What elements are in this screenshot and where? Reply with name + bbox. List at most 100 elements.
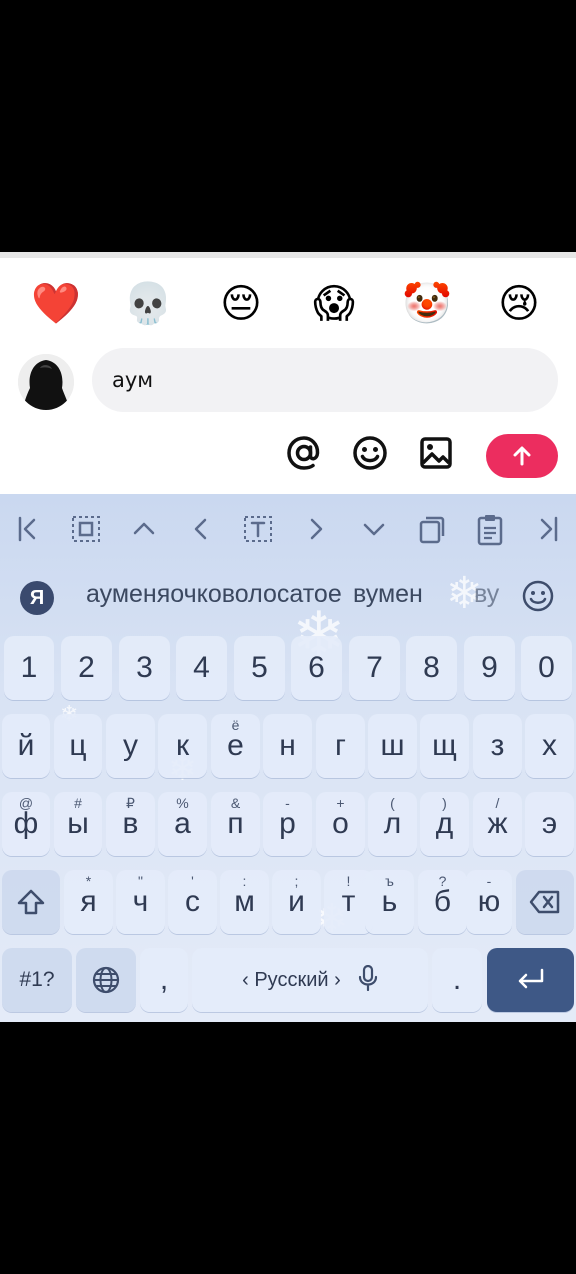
letter-key[interactable]: ц xyxy=(54,714,102,778)
letter-key[interactable]: к xyxy=(158,714,207,778)
enter-key[interactable] xyxy=(487,948,574,1012)
key-alt-label: * xyxy=(85,873,92,889)
key-label: у xyxy=(123,729,138,762)
letter-key[interactable]: э xyxy=(525,792,574,856)
key-1[interactable]: 1 xyxy=(4,636,54,700)
key-alt-label: ' xyxy=(191,873,194,889)
letter-key[interactable]: @ ф xyxy=(2,792,50,856)
key-label: т xyxy=(341,885,356,918)
letter-key[interactable]: ₽ в xyxy=(106,792,155,856)
select-all-icon[interactable] xyxy=(70,512,102,546)
letter-key[interactable]: щ xyxy=(420,714,469,778)
letter-key[interactable]: :м xyxy=(220,870,269,934)
letter-key[interactable]: % а xyxy=(158,792,207,856)
hooded-figure-avatar-icon xyxy=(18,354,74,410)
key-label: м xyxy=(234,885,255,918)
comment-input[interactable]: аум xyxy=(92,348,558,412)
clipboard-icon[interactable] xyxy=(474,512,506,546)
comma-key[interactable]: , xyxy=(140,948,188,1012)
letter-key[interactable]: # ы xyxy=(54,792,102,856)
comment-composer: аум xyxy=(0,348,576,418)
screaming-face-reaction[interactable]: 😱 xyxy=(306,276,362,332)
letter-key[interactable]: -р xyxy=(263,792,312,856)
symbols-key[interactable]: #1? xyxy=(2,948,72,1012)
key-label: а xyxy=(174,807,191,840)
space-chevron-right: › xyxy=(334,969,341,991)
suggestion-3[interactable]: ву xyxy=(474,580,508,609)
letter-key[interactable]: н xyxy=(263,714,312,778)
comment-panel: ❤️ 💀 😔 😱 🤡 😢 аум xyxy=(0,258,576,494)
letter-key[interactable]: ш xyxy=(368,714,417,778)
space-bar[interactable]: ‹ Русский › xyxy=(192,948,428,1012)
key-alt-label: ё xyxy=(231,717,240,733)
key-label: ь xyxy=(381,885,398,918)
key-9[interactable]: 9 xyxy=(464,636,515,700)
yandex-logo[interactable]: Я xyxy=(20,581,54,615)
letter-key[interactable]: ъь xyxy=(365,870,414,934)
letter-key[interactable]: -ю xyxy=(466,870,512,934)
key-label: е xyxy=(227,729,244,762)
heart-reaction[interactable]: ❤️ xyxy=(28,276,84,332)
key-alt-label: & xyxy=(230,795,241,811)
cursor-start-icon[interactable] xyxy=(12,512,44,546)
at-icon[interactable] xyxy=(284,433,324,473)
letter-key[interactable]: (л xyxy=(368,792,417,856)
letter-key[interactable]: & п xyxy=(211,792,260,856)
key-3[interactable]: 3 xyxy=(119,636,170,700)
letter-key[interactable]: ёе xyxy=(211,714,260,778)
letter-key[interactable]: г xyxy=(316,714,365,778)
key-label: р xyxy=(279,807,296,840)
key-5[interactable]: 5 xyxy=(234,636,285,700)
key-label: щ xyxy=(432,729,457,762)
pensive-face-reaction[interactable]: 😔 xyxy=(213,276,269,332)
enter-icon xyxy=(518,968,543,989)
letter-key[interactable]: з xyxy=(473,714,522,778)
top-black-area xyxy=(0,0,576,252)
suggestion-2[interactable]: вумен xyxy=(353,580,423,609)
key-alt-label: ? xyxy=(438,873,447,889)
image-icon[interactable] xyxy=(416,433,456,473)
cursor-end-icon[interactable] xyxy=(532,512,564,546)
letter-key[interactable]: * я xyxy=(64,870,113,934)
letter-key[interactable]: + о xyxy=(316,792,365,856)
suggestion-1[interactable]: ауменяочковолосатое xyxy=(86,580,342,609)
letter-key[interactable]: ' с xyxy=(168,870,217,934)
key-8[interactable]: 8 xyxy=(406,636,457,700)
period-key[interactable]: . xyxy=(432,948,482,1012)
keyboard-toolbar xyxy=(0,494,576,564)
key-6[interactable]: 6 xyxy=(291,636,342,700)
shift-key[interactable] xyxy=(2,870,60,934)
backspace-key[interactable] xyxy=(516,870,574,934)
arrow-up-icon[interactable] xyxy=(128,512,160,546)
emoji-keyboard-icon[interactable] xyxy=(520,578,556,614)
key-0[interactable]: 0 xyxy=(521,636,572,700)
letter-key[interactable]: й xyxy=(2,714,50,778)
key-label: л xyxy=(383,807,402,840)
letter-key[interactable]: / ж xyxy=(473,792,522,856)
letter-key[interactable]: ) д xyxy=(420,792,469,856)
letter-key[interactable]: ; и xyxy=(272,870,321,934)
key-alt-label: + xyxy=(336,795,345,811)
text-select-icon[interactable] xyxy=(242,512,274,546)
key-label: з xyxy=(490,729,505,762)
key-2[interactable]: 2 xyxy=(61,636,112,700)
letter-key[interactable]: х xyxy=(525,714,574,778)
clown-face-reaction[interactable]: 🤡 xyxy=(399,276,455,332)
smiley-icon[interactable] xyxy=(350,433,390,473)
skull-reaction[interactable]: 💀 xyxy=(120,276,176,332)
crying-face-reaction[interactable]: 😢 xyxy=(491,276,547,332)
key-7[interactable]: 7 xyxy=(349,636,400,700)
copy-icon[interactable] xyxy=(416,512,448,546)
arrow-down-icon[interactable] xyxy=(358,512,390,546)
key-label: ш xyxy=(380,729,405,762)
key-alt-label: @ xyxy=(18,795,34,811)
letter-key[interactable]: " ч xyxy=(116,870,165,934)
letter-key[interactable]: ? б xyxy=(418,870,467,934)
arrow-right-icon[interactable] xyxy=(300,512,332,546)
key-4[interactable]: 4 xyxy=(176,636,227,700)
language-key[interactable] xyxy=(76,948,136,1012)
arrow-left-icon[interactable] xyxy=(185,512,217,546)
send-button[interactable] xyxy=(486,434,558,478)
letter-key[interactable]: у xyxy=(106,714,155,778)
user-avatar[interactable] xyxy=(18,354,74,410)
